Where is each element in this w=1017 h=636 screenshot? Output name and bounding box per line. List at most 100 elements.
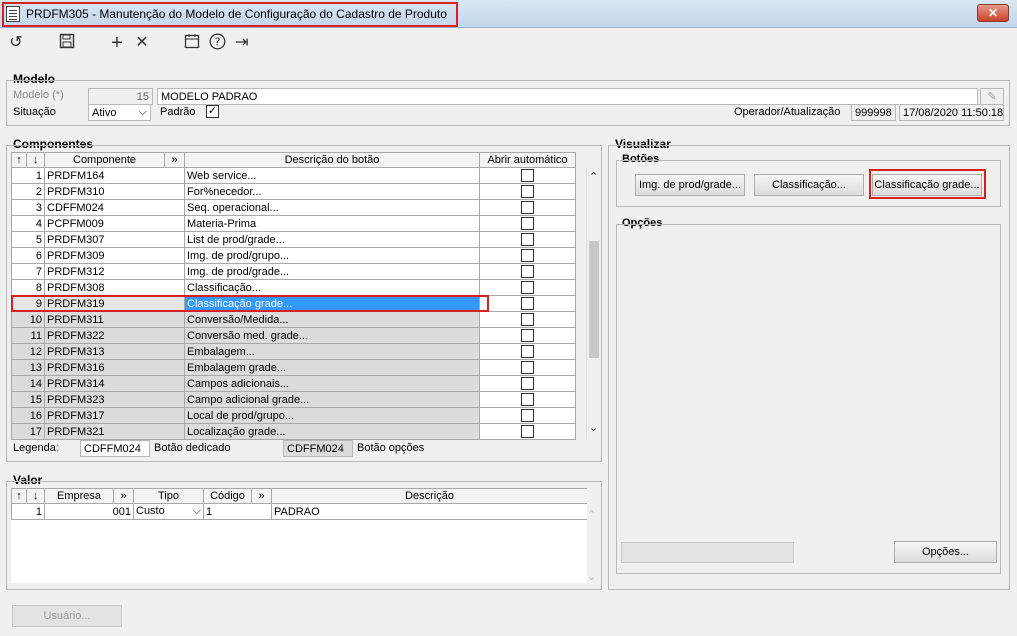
abrir-cell[interactable]	[479, 167, 576, 184]
abrir-checkbox[interactable]	[521, 169, 534, 182]
abrir-checkbox[interactable]	[521, 393, 534, 406]
table-row[interactable]: 16 PRDFM317 Local de prod/grupo...	[11, 407, 588, 424]
header-tipo[interactable]: Tipo	[133, 488, 204, 504]
sort-down-icon[interactable]: ↓	[26, 488, 45, 504]
descricao-cell[interactable]: Campo adicional grade...	[184, 391, 480, 408]
descricao-cell[interactable]: Local de prod/grupo...	[184, 407, 480, 424]
abrir-checkbox[interactable]	[521, 313, 534, 326]
abrir-cell[interactable]	[479, 183, 576, 200]
scroll-down-icon[interactable]: ⌄	[589, 421, 598, 434]
sort-down-icon[interactable]: ↓	[26, 152, 45, 168]
abrir-checkbox[interactable]	[521, 297, 534, 310]
descricao-cell[interactable]: Embalagem grade...	[184, 359, 480, 376]
edit-icon[interactable]: ✎	[980, 88, 1004, 105]
abrir-cell[interactable]	[479, 311, 576, 328]
table-row[interactable]: 6 PRDFM309 Img. de prod/grupo...	[11, 247, 588, 264]
descricao-cell[interactable]: Campos adicionais...	[184, 375, 480, 392]
table-row[interactable]: 2 PRDFM310 For%necedor...	[11, 183, 588, 200]
table-row[interactable]: 7 PRDFM312 Img. de prod/grade...	[11, 263, 588, 280]
abrir-checkbox[interactable]	[521, 409, 534, 422]
table-row[interactable]: 4 PCPFM009 Materia-Prima	[11, 215, 588, 232]
sort-up-icon[interactable]: ↑	[11, 152, 27, 168]
header-componente[interactable]: Componente	[44, 152, 165, 168]
abrir-checkbox[interactable]	[521, 361, 534, 374]
padrao-checkbox[interactable]: ✓	[206, 105, 219, 118]
header-empresa[interactable]: Empresa	[44, 488, 114, 504]
componente-cell[interactable]: PRDFM312	[44, 263, 185, 280]
abrir-cell[interactable]	[479, 327, 576, 344]
refresh-icon[interactable]: ↺	[6, 33, 26, 53]
abrir-checkbox[interactable]	[521, 233, 534, 246]
scroll-thumb[interactable]	[589, 241, 599, 358]
componente-cell[interactable]: PRDFM164	[44, 167, 185, 184]
modelo-number-field[interactable]: 15	[88, 88, 153, 105]
img-prod-grade-button[interactable]: Img. de prod/grade...	[635, 174, 745, 196]
add-icon[interactable]: +	[107, 33, 127, 53]
componente-cell[interactable]: PRDFM307	[44, 231, 185, 248]
componente-cell[interactable]: PCPFM009	[44, 215, 185, 232]
calendar-icon[interactable]	[182, 33, 202, 53]
help-icon[interactable]: ?	[207, 33, 227, 53]
componente-cell[interactable]: PRDFM317	[44, 407, 185, 424]
header-codigo[interactable]: Código	[203, 488, 252, 504]
abrir-checkbox[interactable]	[521, 201, 534, 214]
header-descricao[interactable]: Descrição do botão	[184, 152, 480, 168]
exit-icon[interactable]: ⇥	[232, 33, 252, 53]
descricao-cell[interactable]: Conversão med. grade...	[184, 327, 480, 344]
descricao-cell[interactable]: Materia-Prima	[184, 215, 480, 232]
abrir-checkbox[interactable]	[521, 185, 534, 198]
descricao-cell[interactable]: Web service...	[184, 167, 480, 184]
descricao-cell[interactable]: Img. de prod/grade...	[184, 263, 480, 280]
modelo-name-field[interactable]: MODELO PADRAO	[157, 88, 978, 105]
abrir-checkbox[interactable]	[521, 377, 534, 390]
table-row[interactable]: 11 PRDFM322 Conversão med. grade...	[11, 327, 588, 344]
expand-columns-icon[interactable]: »	[113, 488, 134, 504]
abrir-cell[interactable]	[479, 279, 576, 296]
componente-cell[interactable]: PRDFM309	[44, 247, 185, 264]
descricao-cell[interactable]: Seq. operacional...	[184, 199, 480, 216]
table-row[interactable]: 1 PRDFM164 Web service...	[11, 167, 588, 184]
table-row[interactable]: 1 001 Custo ⌵ 1 PADRAO	[11, 503, 587, 520]
opcoes-button[interactable]: Opções...	[894, 541, 997, 563]
sort-up-icon[interactable]: ↑	[11, 488, 27, 504]
abrir-cell[interactable]	[479, 231, 576, 248]
descricao-cell[interactable]: Classificação...	[184, 279, 480, 296]
abrir-cell[interactable]	[479, 391, 576, 408]
usuario-button[interactable]: Usuário...	[12, 605, 122, 627]
abrir-cell[interactable]	[479, 343, 576, 360]
abrir-cell[interactable]	[479, 407, 576, 424]
componente-cell[interactable]: PRDFM308	[44, 279, 185, 296]
componente-cell[interactable]: PRDFM323	[44, 391, 185, 408]
descricao-cell[interactable]: PADRAO	[271, 503, 587, 520]
abrir-cell[interactable]	[479, 295, 576, 312]
componente-cell[interactable]: PRDFM322	[44, 327, 185, 344]
abrir-checkbox[interactable]	[521, 281, 534, 294]
scroll-up-icon[interactable]: ⌃	[589, 170, 598, 183]
descricao-cell[interactable]: Localização grade...	[184, 423, 480, 440]
table-row[interactable]: 12 PRDFM313 Embalagem...	[11, 343, 588, 360]
componente-cell[interactable]: PRDFM314	[44, 375, 185, 392]
classificacao-button[interactable]: Classificação...	[754, 174, 864, 196]
table-row[interactable]: 15 PRDFM323 Campo adicional grade...	[11, 391, 588, 408]
descricao-cell[interactable]: Embalagem...	[184, 343, 480, 360]
abrir-cell[interactable]	[479, 423, 576, 440]
expand-columns-icon[interactable]: »	[251, 488, 272, 504]
abrir-checkbox[interactable]	[521, 345, 534, 358]
header-descricao[interactable]: Descrição	[271, 488, 587, 504]
codigo-cell[interactable]: 1	[203, 503, 272, 520]
componente-cell[interactable]: PRDFM311	[44, 311, 185, 328]
tipo-cell[interactable]: Custo ⌵	[133, 503, 204, 520]
componente-cell[interactable]: CDFFM024	[44, 199, 185, 216]
save-icon[interactable]	[57, 33, 77, 53]
abrir-checkbox[interactable]	[521, 265, 534, 278]
delete-icon[interactable]: ✕	[132, 33, 152, 53]
abrir-checkbox[interactable]	[521, 425, 534, 438]
descricao-cell[interactable]: For%necedor...	[184, 183, 480, 200]
abrir-cell[interactable]	[479, 199, 576, 216]
abrir-cell[interactable]	[479, 359, 576, 376]
table-row[interactable]: 3 CDFFM024 Seq. operacional...	[11, 199, 588, 216]
scroll-up-icon[interactable]: ⌃	[587, 508, 596, 521]
scroll-down-icon[interactable]: ⌄	[587, 570, 596, 583]
componente-cell[interactable]: PRDFM313	[44, 343, 185, 360]
close-button[interactable]: ✕	[977, 4, 1009, 22]
